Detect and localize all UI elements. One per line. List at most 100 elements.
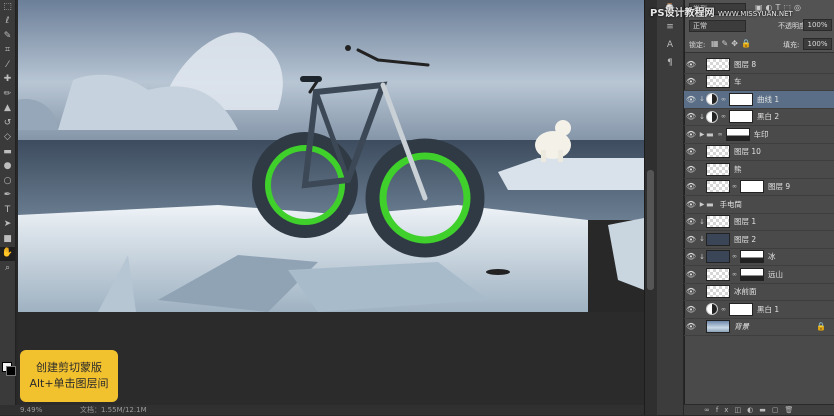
visibility-eye-icon[interactable]: 👁	[684, 287, 698, 296]
layer-style-icon[interactable]: fx	[716, 406, 735, 414]
visibility-eye-icon[interactable]: 👁	[684, 235, 698, 244]
expand-triangle-icon[interactable]: ▶	[698, 131, 706, 138]
visibility-eye-icon[interactable]: 👁	[684, 95, 698, 104]
layer-row[interactable]: 👁 ∞ 黑白 1	[684, 301, 834, 319]
visibility-eye-icon[interactable]: 👁	[684, 305, 698, 314]
layer-row[interactable]: 👁 图层 10	[684, 144, 834, 161]
layer-name[interactable]: 背景	[734, 321, 749, 332]
layer-name[interactable]: 熊	[734, 164, 742, 175]
layer-name[interactable]: 黑白 2	[757, 111, 779, 122]
layer-row[interactable]: 👁 ↓ 图层 2	[684, 231, 834, 249]
layer-row[interactable]: 👁 ↓ 图层 1	[684, 214, 834, 231]
visibility-eye-icon[interactable]: 👁	[684, 252, 698, 261]
layer-name[interactable]: 图层 10	[734, 146, 761, 157]
new-adjustment-icon[interactable]: ◐	[747, 406, 759, 414]
layer-name[interactable]: 冰	[768, 251, 776, 262]
visibility-eye-icon[interactable]: 👁	[684, 147, 698, 156]
blur-tool-icon[interactable]: ●	[0, 160, 15, 175]
link-icon[interactable]: ∞	[732, 253, 738, 260]
layer-row[interactable]: 👁 冰前面	[684, 284, 834, 301]
visibility-eye-icon[interactable]: 👁	[684, 165, 698, 174]
brush-tool-icon[interactable]: ✏	[0, 87, 15, 102]
layer-row[interactable]: 👁 ↓ ∞ 黑白 2	[684, 109, 834, 126]
layer-group-row[interactable]: 👁 ▶ ▬ ∞ 车印	[684, 126, 834, 144]
zoom-level[interactable]: 9.49%	[20, 405, 42, 415]
quick-select-tool-icon[interactable]: ✎	[0, 29, 15, 44]
visibility-eye-icon[interactable]: 👁	[684, 217, 698, 226]
visibility-eye-icon[interactable]: 👁	[684, 77, 698, 86]
layer-name[interactable]: 图层 9	[768, 181, 790, 192]
layer-name[interactable]: 图层 1	[734, 216, 756, 227]
eyedropper-tool-icon[interactable]: ⁄	[0, 58, 15, 73]
visibility-eye-icon[interactable]: 👁	[684, 200, 698, 209]
visibility-eye-icon[interactable]: 👁	[684, 60, 698, 69]
paragraph-panel-icon[interactable]: ¶	[657, 54, 683, 72]
layer-mask-thumbnail[interactable]	[740, 250, 764, 264]
layer-name[interactable]: 车	[734, 76, 742, 87]
layer-name[interactable]: 车印	[754, 129, 769, 140]
shape-tool-icon[interactable]: ■	[0, 232, 15, 247]
opacity-input[interactable]: 100%	[803, 19, 832, 31]
delete-layer-icon[interactable]: 🗑	[784, 406, 799, 414]
layer-row[interactable]: 👁 ∞ 远山	[684, 266, 834, 284]
layer-row[interactable]: 👁 熊	[684, 161, 834, 179]
marquee-tool-icon[interactable]: ⬚	[0, 0, 15, 15]
layer-name[interactable]: 曲线 1	[757, 94, 779, 105]
layer-mask-thumbnail[interactable]	[740, 180, 764, 194]
history-brush-tool-icon[interactable]: ↺	[0, 116, 15, 131]
layer-row-background[interactable]: 👁 背景 🔒	[684, 319, 834, 336]
new-layer-icon[interactable]: ▢	[772, 406, 785, 414]
properties-panel-icon[interactable]: ≡	[657, 18, 683, 36]
visibility-eye-icon[interactable]: 👁	[684, 270, 698, 279]
visibility-eye-icon[interactable]: 👁	[684, 182, 698, 191]
scrollbar-thumb[interactable]	[647, 170, 654, 290]
dodge-tool-icon[interactable]: ○	[0, 174, 15, 189]
lasso-tool-icon[interactable]: ℓ	[0, 15, 15, 30]
character-panel-icon[interactable]: A	[657, 36, 683, 54]
lock-icons[interactable]: ▦✎✥🔒	[711, 39, 754, 48]
layer-name[interactable]: 手电筒	[720, 199, 743, 210]
layer-name[interactable]: 黑白 1	[757, 304, 779, 315]
link-icon[interactable]: ∞	[721, 113, 727, 120]
link-icon[interactable]: ∞	[721, 306, 727, 313]
pen-tool-icon[interactable]: ✒	[0, 189, 15, 204]
link-icon[interactable]: ∞	[732, 183, 738, 190]
layer-name[interactable]: 图层 8	[734, 59, 756, 70]
vertical-scrollbar[interactable]	[644, 0, 657, 415]
layer-mask-thumbnail[interactable]	[729, 302, 753, 316]
link-icon[interactable]: ∞	[721, 96, 727, 103]
layer-mask-thumbnail[interactable]	[729, 92, 753, 106]
fill-input[interactable]: 100%	[803, 38, 832, 50]
layer-mask-thumbnail[interactable]	[740, 267, 764, 281]
layer-name[interactable]: 图层 2	[734, 234, 756, 245]
layer-mask-thumbnail[interactable]	[729, 110, 753, 124]
blend-mode-select[interactable]: 正常	[689, 20, 746, 32]
layer-name[interactable]: 冰前面	[734, 286, 757, 297]
layer-row[interactable]: 👁 车	[684, 74, 834, 91]
eraser-tool-icon[interactable]: ◇	[0, 131, 15, 146]
type-tool-icon[interactable]: T	[0, 203, 15, 218]
expand-triangle-icon[interactable]: ▶	[698, 201, 706, 208]
zoom-tool-icon[interactable]: ⌕	[0, 261, 15, 276]
layer-mask-thumbnail[interactable]	[725, 127, 750, 141]
visibility-eye-icon[interactable]: 👁	[684, 130, 698, 139]
layer-row[interactable]: 👁 图层 8	[684, 56, 834, 74]
crop-tool-icon[interactable]: ⌗	[0, 44, 15, 59]
background-color-swatch[interactable]	[6, 366, 16, 376]
new-group-icon[interactable]: ▬	[759, 406, 772, 414]
layer-row[interactable]: 👁 ↓ ∞ 冰	[684, 249, 834, 266]
link-layers-icon[interactable]: ∞	[704, 406, 716, 414]
hand-tool-icon[interactable]: ✋	[0, 246, 15, 261]
visibility-eye-icon[interactable]: 👁	[684, 112, 698, 121]
layer-row[interactable]: 👁 ∞ 图层 9	[684, 179, 834, 196]
gradient-tool-icon[interactable]: ▬	[0, 145, 15, 160]
link-icon[interactable]: ∞	[732, 271, 738, 278]
layer-group-row[interactable]: 👁 ▶ ▬ 手电筒	[684, 196, 834, 214]
add-mask-icon[interactable]: ◫	[734, 406, 747, 414]
healing-tool-icon[interactable]: ✚	[0, 73, 15, 88]
visibility-eye-icon[interactable]: 👁	[684, 322, 698, 331]
layer-row-selected[interactable]: 👁 ↓ ∞ 曲线 1	[684, 91, 834, 109]
clone-stamp-tool-icon[interactable]: ▲	[0, 102, 15, 117]
layer-name[interactable]: 远山	[768, 269, 783, 280]
document-canvas[interactable]	[18, 0, 644, 312]
